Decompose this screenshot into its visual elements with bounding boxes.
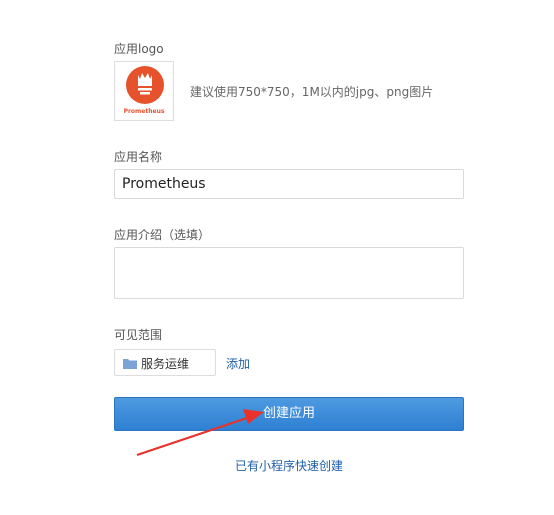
prometheus-logo-icon [126, 66, 164, 104]
logo-wordmark: Prometheus [123, 108, 165, 115]
scope-chip-label: 服务运维 [141, 357, 190, 371]
folder-icon [123, 359, 137, 369]
scope-chip[interactable]: 服务运维 [114, 349, 216, 376]
logo-label: 应用logo [114, 42, 164, 56]
app-name-label: 应用名称 [114, 150, 163, 164]
visibility-label: 可见范围 [114, 328, 163, 342]
mini-program-quick-create-link[interactable]: 已有小程序快速创建 [114, 457, 464, 474]
create-app-button[interactable]: 创建应用 [114, 397, 464, 431]
logo-hint: 建议使用750*750，1M以内的jpg、png图片 [190, 85, 434, 99]
app-intro-textarea[interactable] [114, 247, 464, 299]
logo-uploader[interactable]: Prometheus [114, 61, 174, 121]
add-scope-link[interactable]: 添加 [226, 355, 250, 372]
app-intro-label: 应用介绍（选填） [114, 228, 211, 242]
app-name-input[interactable]: Prometheus [114, 169, 464, 199]
